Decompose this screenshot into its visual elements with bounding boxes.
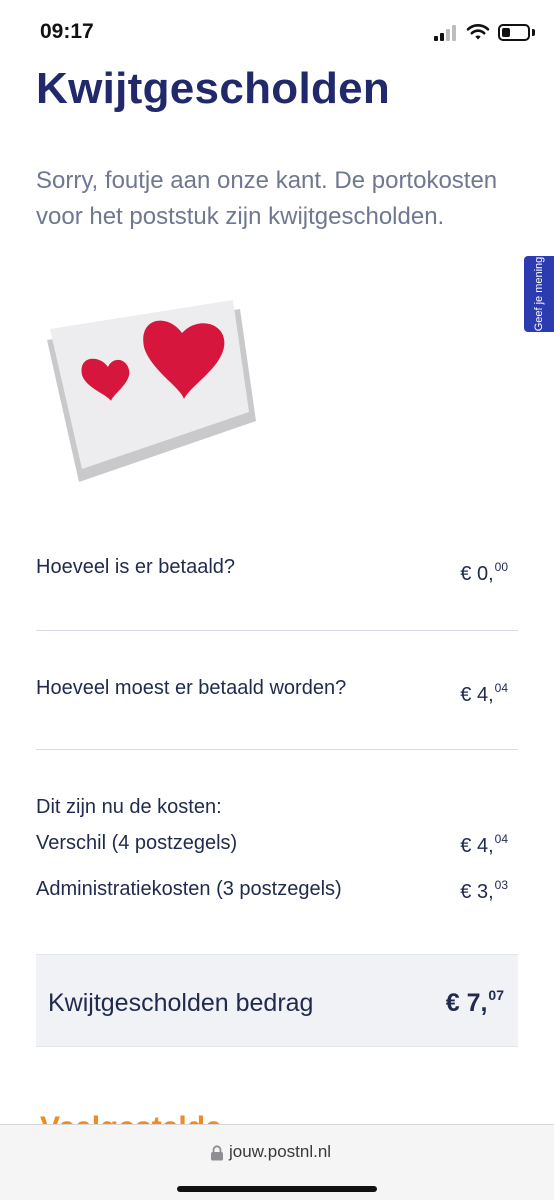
total-cents: 07 <box>488 987 504 1003</box>
cost-row-administration: Administratiekosten (3 postzegels) € 3,0… <box>36 878 518 908</box>
page-title: Kwijtgescholden <box>36 64 391 113</box>
feedback-tab[interactable]: Geef je mening <box>524 256 554 332</box>
cost-row-difference: Verschil (4 postzegels) € 4,04 <box>36 832 518 862</box>
costs-heading: Dit zijn nu de kosten: <box>36 796 222 818</box>
total-box: Kwijtgescholden bedrag € 7,07 <box>36 954 518 1047</box>
battery-cap <box>532 29 535 36</box>
paid-main: 0, <box>476 563 494 585</box>
lock-icon <box>211 1145 223 1161</box>
cost-cents: 03 <box>494 878 508 892</box>
status-time: 09:17 <box>40 20 94 43</box>
cost-cents: 04 <box>494 832 508 846</box>
cost-label: Verschil (4 postzegels) <box>36 832 238 854</box>
battery-icon <box>498 24 530 41</box>
cost-label: Administratiekosten (3 postzegels) <box>36 878 342 900</box>
paid-cents: 00 <box>494 560 508 574</box>
divider <box>36 630 518 631</box>
cost-currency: € <box>460 881 472 903</box>
wifi-icon <box>466 24 490 40</box>
due-currency: € <box>460 684 472 706</box>
paid-currency: € <box>460 563 472 585</box>
url-text[interactable]: jouw.postnl.nl <box>229 1142 331 1162</box>
hearts-card-illustration <box>47 300 256 482</box>
cost-currency: € <box>460 835 472 857</box>
cost-amount: € 4,04 <box>460 832 508 858</box>
due-amount: € 4,04 <box>460 681 508 707</box>
due-row: Hoeveel moest er betaald worden? € 4,04 <box>36 677 518 707</box>
cost-amount: € 3,03 <box>460 878 508 904</box>
paid-row: Hoeveel is er betaald? € 0,00 <box>36 556 518 586</box>
total-currency: € <box>445 989 460 1017</box>
cost-main: 4, <box>476 835 494 857</box>
feedback-tab-label: Geef je mening <box>533 256 545 332</box>
due-main: 4, <box>476 684 494 706</box>
cellular-signal-icon <box>434 25 460 41</box>
total-main: 7, <box>466 989 488 1017</box>
intro-text: Sorry, foutje aan onze kant. De portokos… <box>36 167 498 230</box>
total-label: Kwijtgescholden bedrag <box>48 989 314 1017</box>
home-indicator[interactable] <box>177 1186 377 1192</box>
due-label: Hoeveel moest er betaald worden? <box>36 677 347 699</box>
status-bar: 09:17 <box>0 0 554 62</box>
due-cents: 04 <box>494 681 508 695</box>
cost-main: 3, <box>476 881 494 903</box>
paid-label: Hoeveel is er betaald? <box>36 556 236 578</box>
divider <box>36 749 518 750</box>
paid-amount: € 0,00 <box>460 560 508 586</box>
total-amount: € 7,07 <box>446 987 504 1018</box>
